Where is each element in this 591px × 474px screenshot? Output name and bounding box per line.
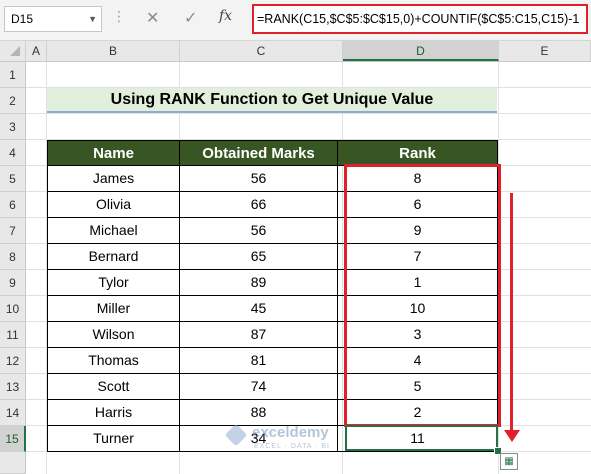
row-header[interactable]: 4 [0, 140, 26, 166]
row-header[interactable]: 1 [0, 62, 26, 88]
row-header[interactable]: 14 [0, 400, 26, 426]
cancel-icon[interactable]: ✕ [146, 8, 159, 28]
cell-name[interactable]: Miller [47, 296, 180, 322]
cell-name[interactable]: Wilson [47, 322, 180, 348]
watermark-brand: exceldemy [252, 424, 329, 441]
cell-marks[interactable]: 74 [180, 374, 338, 400]
column-header-d[interactable]: D [343, 41, 499, 61]
column-header-bar: A B C D E [0, 41, 591, 62]
name-box[interactable]: D15 ▼ [4, 6, 102, 32]
cell-name[interactable]: Tylor [47, 270, 180, 296]
row-header[interactable] [0, 452, 26, 474]
rank-column-highlight-box [344, 164, 501, 427]
cell-marks[interactable]: 65 [180, 244, 338, 270]
formula-bar: D15 ▼ ⋮ ✕ ✓ fx =RANK(C15,$C$5:$C$15,0)+C… [0, 0, 591, 41]
cell-name[interactable]: Harris [47, 400, 180, 426]
auto-fill-options-icon[interactable]: ▦ [500, 453, 518, 470]
more-options-icon[interactable]: ⋮ [112, 8, 126, 25]
cell-marks[interactable]: 87 [180, 322, 338, 348]
row-header[interactable]: 8 [0, 244, 26, 270]
header-rank[interactable]: Rank [338, 140, 498, 166]
row-header[interactable]: 3 [0, 114, 26, 140]
column-header-a[interactable]: A [26, 41, 47, 61]
cell-marks[interactable]: 56 [180, 166, 338, 192]
select-all-corner[interactable] [0, 41, 26, 61]
sheet-title: Using RANK Function to Get Unique Value [47, 88, 497, 113]
cell-marks[interactable]: 88 [180, 400, 338, 426]
row-header[interactable]: 13 [0, 374, 26, 400]
cell-name[interactable]: James [47, 166, 180, 192]
column-header-b[interactable]: B [47, 41, 180, 61]
insert-function-icon[interactable]: fx [219, 8, 232, 24]
row-header[interactable]: 9 [0, 270, 26, 296]
active-cell-selection [345, 425, 498, 451]
row-header[interactable]: 10 [0, 296, 26, 322]
row-header[interactable]: 15 [0, 426, 26, 452]
row-header[interactable]: 11 [0, 322, 26, 348]
row-header[interactable]: 12 [0, 348, 26, 374]
row-header[interactable]: 2 [0, 88, 26, 114]
watermark-tagline: EXCEL · DATA · BI [254, 443, 330, 450]
check-icon[interactable]: ✓ [184, 8, 197, 28]
cell-marks[interactable]: 89 [180, 270, 338, 296]
cell-name[interactable]: Bernard [47, 244, 180, 270]
header-obtained-marks[interactable]: Obtained Marks [180, 140, 338, 166]
cell-name[interactable]: Turner [47, 426, 180, 452]
name-box-value: D15 [11, 12, 34, 26]
arrow-head-icon [504, 430, 520, 442]
cell-name[interactable]: Thomas [47, 348, 180, 374]
down-arrow-annotation [510, 193, 513, 431]
row-header[interactable]: 7 [0, 218, 26, 244]
header-name[interactable]: Name [47, 140, 180, 166]
cell-name[interactable]: Michael [47, 218, 180, 244]
cell-marks[interactable]: 81 [180, 348, 338, 374]
table-header-row: Name Obtained Marks Rank [47, 140, 498, 166]
cell-name[interactable]: Scott [47, 374, 180, 400]
cell-marks[interactable]: 66 [180, 192, 338, 218]
cell-name[interactable]: Olivia [47, 192, 180, 218]
cell-marks[interactable]: 45 [180, 296, 338, 322]
cell-marks[interactable]: 56 [180, 218, 338, 244]
row-header[interactable]: 5 [0, 166, 26, 192]
column-header-c[interactable]: C [180, 41, 343, 61]
chevron-down-icon[interactable]: ▼ [88, 7, 97, 31]
formula-input[interactable]: =RANK(C15,$C$5:$C$15,0)+COUNTIF($C$5:C15… [252, 4, 588, 34]
row-header[interactable]: 6 [0, 192, 26, 218]
column-header-e[interactable]: E [499, 41, 591, 61]
